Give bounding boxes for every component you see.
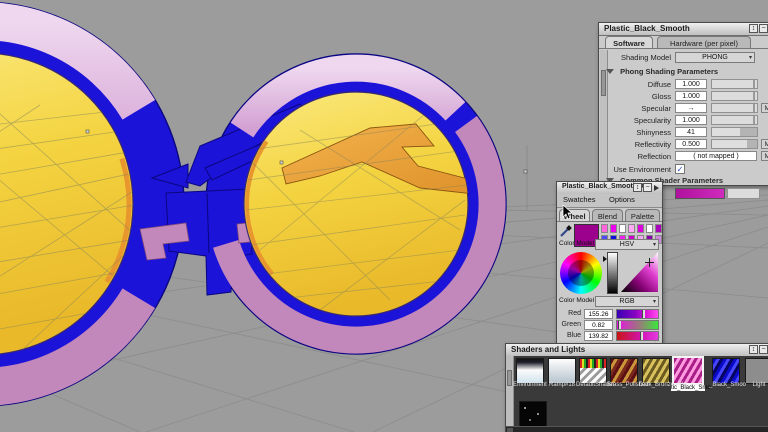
phong-panel-title: Plastic_Black_Smooth — [604, 24, 690, 33]
shaders-content: Environment Ramp#18 DefaultShader Brass_… — [506, 356, 768, 432]
phong-titlebar[interactable]: Plastic_Black_Smooth ↕ − — [599, 23, 768, 36]
param-row-specularity: Specularity 1.000 — [599, 115, 768, 127]
funnel-icon — [606, 69, 614, 74]
param-row-gloss: Gloss 1.000 — [599, 91, 768, 103]
green-channel-row: Green 0.82 — [557, 320, 662, 331]
red-value[interactable]: 155.26 — [584, 309, 613, 319]
minimize-icon[interactable]: − — [759, 24, 768, 33]
param-row-shinyness: Shinyness 41 — [599, 127, 768, 139]
specular-value[interactable]: → — [675, 103, 707, 113]
shader-label: Light — [742, 382, 768, 388]
shaders-scrollbar-thumb[interactable] — [507, 370, 512, 386]
specularity-value[interactable]: 1.000 — [675, 115, 707, 125]
green-value[interactable]: 0.82 — [584, 320, 613, 330]
shaders-lights-panel: Shaders and Lights ↕ − Environment Ramp#… — [505, 343, 768, 432]
sv-crosshair — [645, 258, 654, 267]
reflectivity-slider[interactable] — [711, 139, 758, 149]
shading-model-label: Shading Model — [607, 53, 671, 62]
use-environment-row: Use Environment ✓ — [599, 164, 768, 176]
param-row-diffuse: Diffuse 1.000 — [599, 79, 768, 91]
use-environment-checkbox[interactable]: ✓ — [675, 164, 685, 174]
minimize-icon[interactable]: − — [643, 183, 652, 192]
reflectivity-map-button[interactable]: Map — [761, 139, 768, 149]
shader-thumb-defaultshader[interactable] — [579, 358, 607, 384]
shader-thumb-blue-black-smooth[interactable] — [712, 358, 740, 384]
shader-label: Environment — [513, 382, 547, 388]
reflection-map-button[interactable]: Map — [761, 151, 768, 161]
gloss-value[interactable]: 1.000 — [675, 91, 707, 101]
reflection-value[interactable]: ( not mapped ) — [675, 151, 757, 161]
shader-label: DefaultShader — [576, 382, 610, 388]
blue-channel-row: Blue 139.82 — [557, 331, 662, 342]
tab-baseline — [557, 221, 662, 222]
gloss-slider[interactable] — [711, 91, 758, 101]
resize-grip[interactable]: ⋰ — [654, 336, 661, 343]
resize-icon[interactable]: ↕ — [749, 345, 758, 354]
param-row-specular: Specular → Map — [599, 103, 768, 115]
phong-shader-panel: Plastic_Black_Smooth ↕ − Software Hardwa… — [598, 22, 768, 186]
shader-label: _Black_Smoo — [709, 382, 743, 388]
color-model-label: Color Model — [559, 297, 594, 304]
diffuse-slider[interactable] — [711, 79, 758, 89]
section-phong-params[interactable]: Phong Shading Parameters — [606, 67, 718, 76]
shaders-scrollbar[interactable] — [506, 356, 514, 426]
color-model-rgb-dropdown[interactable]: RGB — [595, 296, 659, 307]
reflectivity-value[interactable]: 0.500 — [675, 139, 707, 149]
param-row-reflection: Reflection ( not mapped ) Map — [599, 151, 768, 163]
diffuse-value[interactable]: 1.000 — [675, 79, 707, 89]
red-slider[interactable] — [616, 309, 659, 319]
shader-thumb-brass[interactable] — [610, 358, 638, 384]
shader-label: Dark_Bronze_Glo — [639, 382, 673, 388]
hue-wheel-inner — [568, 260, 594, 286]
shader-thumb-plastic-black-smooth[interactable] — [672, 356, 704, 385]
shader-thumb-bronze[interactable] — [642, 358, 670, 384]
shader-label: Ramp#18 — [545, 382, 579, 388]
shading-model-dropdown[interactable]: PHONG — [675, 52, 755, 63]
shader-thumb-light[interactable] — [745, 358, 768, 384]
menu-swatches[interactable]: Swatches — [563, 195, 596, 204]
shaders-horizontal-scrollbar[interactable] — [506, 426, 768, 432]
color-model-hsv-dropdown[interactable]: HSV — [595, 239, 659, 250]
specularity-slider[interactable] — [711, 115, 758, 125]
shaders-panel-title: Shaders and Lights — [511, 345, 585, 354]
mouse-cursor — [562, 205, 574, 221]
resize-icon[interactable]: ↕ — [633, 183, 642, 192]
blue-value[interactable]: 139.82 — [584, 331, 613, 341]
shader-label-selected: tic_Black_Smo — [671, 385, 705, 391]
color-slider-track[interactable] — [727, 188, 760, 199]
green-slider[interactable] — [616, 320, 659, 330]
red-channel-row: Red 155.26 — [557, 309, 662, 320]
shader-thumb-light2[interactable] — [519, 401, 547, 427]
shinyness-slider[interactable] — [711, 127, 758, 137]
flyout-arrow-icon[interactable] — [654, 185, 659, 191]
specular-map-button[interactable]: Map — [761, 103, 768, 113]
tab-baseline — [599, 48, 768, 49]
color-model-label: Color Model — [559, 240, 594, 247]
color-slider-partial[interactable] — [675, 188, 725, 199]
value-bar[interactable] — [607, 252, 618, 294]
specular-slider[interactable] — [711, 103, 758, 113]
shader-thumb-environment[interactable] — [516, 358, 544, 384]
blue-slider[interactable] — [616, 331, 659, 341]
param-row-reflectivity: Reflectivity 0.500 Map — [599, 139, 768, 151]
eyedropper-icon[interactable] — [559, 224, 572, 238]
resize-icon[interactable]: ↕ — [749, 24, 758, 33]
menu-options[interactable]: Options — [609, 195, 635, 204]
minimize-icon[interactable]: − — [759, 345, 768, 354]
value-bar-handle[interactable] — [603, 256, 607, 262]
shinyness-value[interactable]: 41 — [675, 127, 707, 137]
shader-label: Brass_Polished — [607, 382, 641, 388]
shader-thumb-ramp[interactable] — [548, 358, 576, 384]
